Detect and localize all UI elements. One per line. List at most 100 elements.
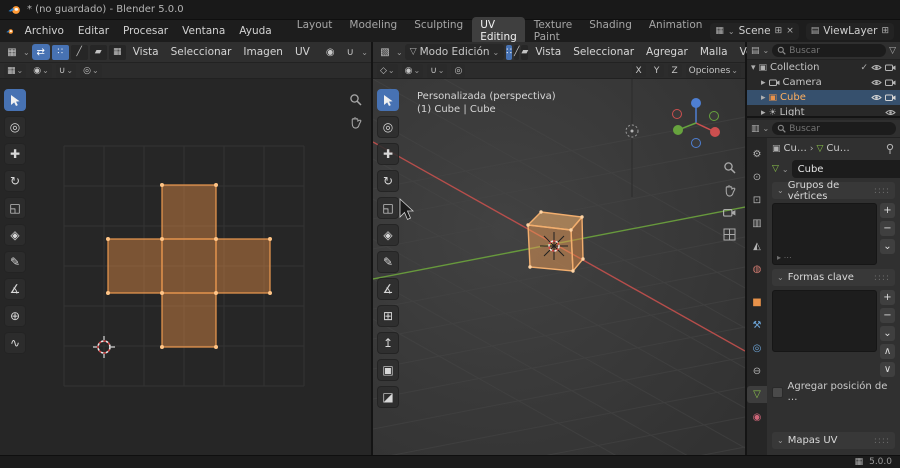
uv-select-edge-button[interactable]: ╱: [70, 44, 88, 60]
outliner-search[interactable]: [772, 44, 887, 57]
outliner-editor-type-icon[interactable]: ▤: [751, 46, 760, 56]
drag-grip-icon[interactable]: ::::: [874, 186, 890, 196]
options-dropdown[interactable]: Opciones ⌄: [685, 63, 741, 78]
annotate-tool[interactable]: ✎: [377, 251, 399, 273]
viewlayer-selector[interactable]: ▤ ViewLayer ⊞: [805, 22, 894, 40]
outliner-row-camera[interactable]: ▸ Camera: [747, 75, 900, 90]
pivot-point-button[interactable]: ◉ ⌄: [401, 63, 424, 78]
hide-eye-icon[interactable]: [871, 63, 882, 72]
properties-tab-scene[interactable]: ◭: [747, 238, 767, 255]
pan-hand-icon[interactable]: [723, 184, 736, 197]
add-cube-tool[interactable]: ⊞: [377, 305, 399, 327]
menu-ventana[interactable]: Ventana: [175, 23, 232, 39]
tab-texture-paint[interactable]: Texture Paint: [526, 17, 580, 45]
uv-sticky-mode-button[interactable]: ▦ ⌄: [4, 63, 27, 78]
uv-snapping-button[interactable]: ∪ ⌄: [55, 63, 77, 78]
properties-tab-modifiers[interactable]: ⚒: [747, 317, 767, 334]
new-viewlayer-icon[interactable]: ⊞: [881, 26, 889, 36]
section-shape-keys[interactable]: ⌄ Formas clave ::::: [772, 269, 895, 286]
move-tool[interactable]: ✚: [377, 143, 399, 165]
mode-dropdown[interactable]: ▽ Modo Edición ⌄: [404, 44, 505, 60]
collection-checkbox[interactable]: ✓: [860, 63, 868, 73]
cursor-tool[interactable]: ◎: [377, 116, 399, 138]
uv-grab-tool[interactable]: ⊕: [4, 305, 26, 327]
tab-animation[interactable]: Animation: [641, 17, 711, 45]
blender-menu-logo-icon[interactable]: [6, 26, 14, 37]
properties-tab-tool[interactable]: ⚙: [747, 146, 767, 163]
section-uv-maps[interactable]: ⌄ Mapas UV ::::: [772, 432, 895, 449]
vertex-group-specials-button[interactable]: ⌄: [880, 239, 895, 254]
uv-menu-vista[interactable]: Vista: [128, 45, 164, 59]
disclosure-icon[interactable]: ▸: [761, 93, 766, 103]
mirror-z-button[interactable]: Z: [667, 64, 682, 77]
pan-hand-icon[interactable]: [349, 116, 362, 129]
disclosure-open-icon[interactable]: ▾: [751, 63, 756, 73]
uv-snap-button[interactable]: ∪: [341, 44, 359, 60]
proportional-edit-button[interactable]: ◎: [451, 63, 466, 78]
disable-render-icon[interactable]: [885, 63, 896, 72]
view3d-menu-seleccionar[interactable]: Seleccionar: [568, 45, 639, 59]
zoom-icon[interactable]: [723, 161, 736, 174]
add-vertex-group-button[interactable]: +: [880, 203, 895, 218]
properties-tab-world[interactable]: ◍: [747, 261, 767, 278]
scene-selector[interactable]: ▦ ⌄ Scene ⊞ ×: [710, 22, 799, 40]
disclosure-icon[interactable]: ▸: [761, 108, 766, 117]
select-mode-edge-button[interactable]: ╱: [513, 44, 520, 60]
uv-relax-tool[interactable]: ∿: [4, 332, 26, 354]
uv-select-vertex-button[interactable]: ∷: [51, 44, 69, 60]
uv-select-face-button[interactable]: ▰: [89, 44, 107, 60]
shape-key-specials-button[interactable]: ⌄: [880, 326, 895, 341]
pin-icon[interactable]: [885, 143, 895, 155]
ortho-grid-icon[interactable]: [723, 228, 736, 241]
data-crumb-label[interactable]: Cu…: [826, 143, 849, 154]
tab-shading[interactable]: Shading: [581, 17, 640, 45]
uv-editor-type-icon[interactable]: ▦: [3, 44, 21, 60]
tweak-select-tool[interactable]: [377, 89, 399, 111]
mirror-y-button[interactable]: Y: [649, 64, 664, 77]
uv-menu-seleccionar[interactable]: Seleccionar: [166, 45, 237, 59]
view3d-menu-agregar[interactable]: Agregar: [641, 45, 693, 59]
gizmo-z-plus[interactable]: [691, 98, 701, 108]
transform-tool[interactable]: ◈: [377, 224, 399, 246]
inset-tool[interactable]: ▣: [377, 359, 399, 381]
unlink-scene-icon[interactable]: ×: [786, 26, 794, 36]
disclosure-icon[interactable]: ▸: [761, 78, 766, 88]
gizmo-z-minus[interactable]: [691, 138, 701, 148]
uv-pivot-point-button[interactable]: ◉ ⌄: [30, 63, 52, 78]
menu-editar[interactable]: Editar: [71, 23, 116, 39]
menu-archivo[interactable]: Archivo: [18, 23, 71, 39]
hide-eye-icon[interactable]: [871, 78, 882, 87]
gizmo-y-plus[interactable]: [673, 125, 683, 135]
menu-ayuda[interactable]: Ayuda: [232, 23, 278, 39]
uv-cursor-tool[interactable]: ◎: [4, 116, 26, 138]
properties-tab-object-data[interactable]: ▽: [747, 386, 767, 403]
tab-sculpting[interactable]: Sculpting: [406, 17, 471, 45]
uv-annotate-tool[interactable]: ✎: [4, 251, 26, 273]
hide-eye-icon[interactable]: [885, 108, 896, 116]
properties-tab-physics[interactable]: ◎: [747, 340, 767, 357]
viewport-editor-type-icon[interactable]: ▧: [376, 44, 394, 60]
move-shape-key-up-button[interactable]: ∧: [880, 344, 895, 359]
uv-menu-imagen[interactable]: Imagen: [238, 45, 288, 59]
uv-measure-tool[interactable]: ∡: [4, 278, 26, 300]
drag-grip-icon[interactable]: ::::: [874, 436, 890, 446]
data-name-input[interactable]: [797, 163, 900, 175]
scale-tool[interactable]: ◱: [377, 197, 399, 219]
add-shape-key-button[interactable]: +: [880, 290, 895, 305]
menu-procesar[interactable]: Procesar: [116, 23, 175, 39]
select-mode-vertex-button[interactable]: ∷: [506, 44, 512, 60]
disable-render-icon[interactable]: [885, 78, 896, 87]
transform-orientation-button[interactable]: ◇ ⌄: [377, 63, 398, 78]
properties-tab-render[interactable]: ⊙: [747, 169, 767, 186]
uv-proportional-edit-button[interactable]: ◎ ⌄: [80, 63, 102, 78]
list-filter-toggle[interactable]: ▸ ⋯: [777, 253, 792, 262]
shape-keys-list[interactable]: [772, 290, 877, 352]
outliner-row-collection[interactable]: ▾ ▣ Collection ✓: [747, 60, 900, 75]
extrude-tool[interactable]: ↥: [377, 332, 399, 354]
properties-search[interactable]: [772, 122, 896, 135]
outliner-search-input[interactable]: [789, 45, 882, 56]
properties-search-input[interactable]: [789, 123, 891, 134]
uv-rotate-tool[interactable]: ↻: [4, 170, 26, 192]
outliner-row-cube[interactable]: ▸ ▣ Cube: [747, 90, 900, 105]
properties-tab-view-layer[interactable]: ▥: [747, 215, 767, 232]
